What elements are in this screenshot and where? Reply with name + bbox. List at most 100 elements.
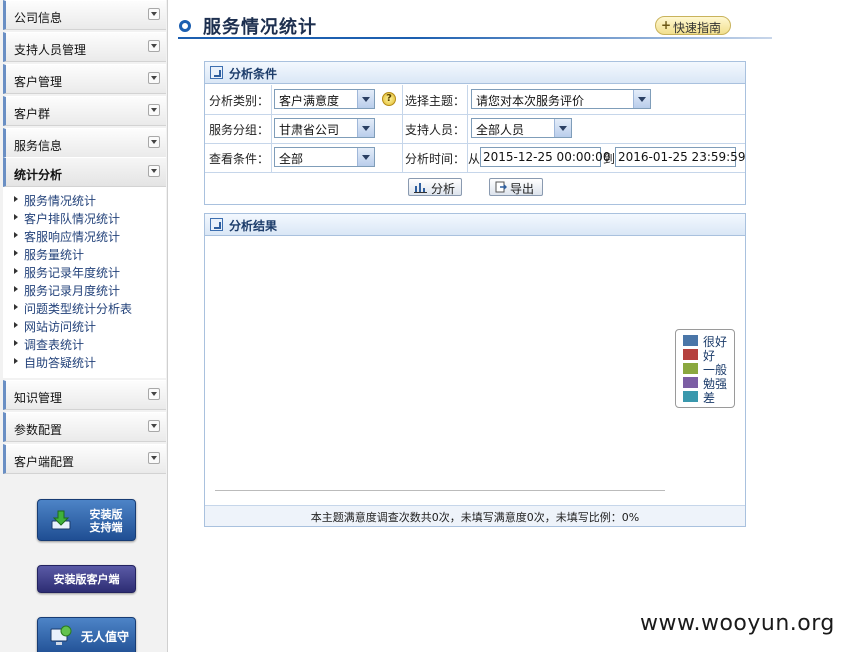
chevron-down-icon[interactable] — [357, 148, 374, 166]
menu-service-info[interactable]: 服务信息 — [3, 128, 166, 158]
triangle-right-icon — [14, 340, 18, 346]
menu-knowledge[interactable]: 知识管理 — [3, 380, 166, 410]
analyze-button[interactable]: 分析 — [408, 178, 462, 196]
from-label: 从 — [468, 152, 481, 166]
button-label: 无人值守 — [80, 630, 129, 644]
submenu-label: 服务记录月度统计 — [24, 284, 121, 298]
chevron-down-icon[interactable] — [148, 388, 160, 400]
submenu-label: 问题类型统计分析表 — [24, 302, 133, 316]
group-value: 甘肃省公司 — [279, 123, 340, 137]
chevron-down-icon[interactable] — [148, 8, 160, 20]
button-label: 支持端 — [89, 521, 123, 534]
panel-title: 分析结果 — [229, 219, 278, 233]
triangle-right-icon — [14, 250, 18, 256]
chevron-down-icon[interactable] — [148, 452, 160, 464]
summary-bar: 本主题满意度调查次数共0次，未填写满意度0次，未填写比例：0% — [205, 505, 745, 526]
help-icon[interactable]: ? — [382, 92, 396, 106]
install-client-button[interactable]: 安装版客户端 — [37, 565, 136, 593]
panel-title: 分析条件 — [229, 67, 278, 81]
group-select[interactable]: 甘肃省公司 — [274, 118, 375, 138]
panel-header[interactable]: 分析条件 — [205, 62, 745, 84]
filter-select[interactable]: 全部 — [274, 147, 375, 167]
grid-divider — [205, 172, 745, 173]
download-icon — [51, 510, 71, 530]
triangle-right-icon — [14, 268, 18, 274]
summary-text: 本主题满意度调查次数共0次，未填写满意度0次，未填写比例：0% — [310, 511, 640, 524]
topic-label: 选择主题： — [405, 94, 466, 108]
chevron-down-icon[interactable] — [148, 420, 160, 432]
menu-client-config[interactable]: 客户端配置 — [3, 444, 166, 474]
group-label: 服务分组： — [209, 123, 270, 137]
category-value: 客户满意度 — [279, 94, 340, 108]
topic-value: 请您对本次服务评价 — [476, 94, 585, 108]
page-root: 公司信息 支持人员管理 客户管理 客户群 服务信息 统计分析 服务情况统计 客户… — [0, 0, 846, 652]
end-time-input[interactable]: 2016-01-25 23:59:59 — [615, 147, 745, 167]
chevron-down-icon[interactable] — [148, 136, 160, 148]
chevron-down-icon[interactable] — [148, 104, 160, 116]
grid-divider — [205, 114, 745, 115]
menu-label: 参数配置 — [14, 423, 63, 437]
start-time-input[interactable]: 2015-12-25 00:00:00 — [480, 147, 610, 167]
menu-label: 服务信息 — [14, 139, 63, 153]
menu-label: 客户管理 — [14, 75, 63, 89]
menu-label: 客户群 — [14, 107, 51, 121]
legend-label: 差 — [703, 391, 716, 405]
analyze-label: 分析 — [431, 182, 456, 196]
bar-chart-icon — [414, 183, 427, 193]
to-label: 到 — [603, 152, 616, 166]
menu-parameters[interactable]: 参数配置 — [3, 412, 166, 442]
chevron-down-icon[interactable] — [357, 119, 374, 137]
chevron-down-icon[interactable] — [633, 90, 650, 108]
category-label: 分析类别： — [209, 94, 270, 108]
menu-support-staff[interactable]: 支持人员管理 — [3, 32, 166, 62]
submenu-label: 客服响应情况统计 — [24, 230, 121, 244]
menu-label: 统计分析 — [14, 168, 63, 182]
menu-company-info[interactable]: 公司信息 — [3, 0, 166, 30]
menu-label: 支持人员管理 — [14, 43, 87, 57]
collapse-arrow-icon[interactable] — [210, 66, 223, 79]
export-button[interactable]: 导出 — [489, 178, 543, 196]
chevron-down-icon[interactable] — [148, 40, 160, 52]
filter-value: 全部 — [279, 152, 304, 166]
title-bullet-icon — [179, 20, 191, 32]
staff-select[interactable]: 全部人员 — [471, 118, 572, 138]
chart-baseline — [215, 490, 665, 491]
chevron-down-icon[interactable] — [554, 119, 571, 137]
install-support-client-button[interactable]: 安装版 支持端 — [37, 499, 136, 541]
chevron-down-icon[interactable] — [148, 72, 160, 84]
legend-swatch — [683, 377, 698, 388]
statistics-submenu: 服务情况统计 客户排队情况统计 客服响应情况统计 服务量统计 服务记录年度统计 … — [3, 187, 166, 378]
analysis-result-panel: 分析结果 很好 好 一般 勉强 差 本主题满意度调查次数共0次，未填写满意度0次… — [204, 213, 746, 527]
legend-swatch — [683, 349, 698, 360]
menu-customer-management[interactable]: 客户管理 — [3, 64, 166, 94]
button-label: 安装版客户端 — [53, 573, 120, 586]
quick-guide-button[interactable]: + 快速指南 — [655, 16, 731, 35]
export-label: 导出 — [510, 182, 535, 196]
submenu-label: 网站访问统计 — [24, 320, 97, 334]
triangle-right-icon — [14, 358, 18, 364]
legend-swatch — [683, 391, 698, 402]
grid-divider — [271, 85, 272, 172]
menu-statistics[interactable]: 统计分析 — [3, 157, 166, 187]
export-icon — [495, 181, 507, 193]
chevron-down-icon[interactable] — [148, 165, 160, 177]
menu-label: 客户端配置 — [14, 455, 75, 469]
chevron-down-icon[interactable] — [357, 90, 374, 108]
triangle-right-icon — [14, 304, 18, 310]
topic-select[interactable]: 请您对本次服务评价 — [471, 89, 651, 109]
triangle-right-icon — [14, 232, 18, 238]
end-time-value: 2016-01-25 23:59:59 — [618, 150, 746, 164]
submenu-label: 客户排队情况统计 — [24, 212, 121, 226]
triangle-right-icon — [14, 286, 18, 292]
panel-header[interactable]: 分析结果 — [205, 214, 745, 236]
triangle-right-icon — [14, 214, 18, 220]
title-underline — [178, 37, 772, 39]
menu-label: 知识管理 — [14, 391, 63, 405]
collapse-arrow-icon[interactable] — [210, 218, 223, 231]
watermark: www.wooyun.org — [640, 611, 835, 636]
button-label: 安装版 — [89, 508, 123, 521]
category-select[interactable]: 客户满意度 — [274, 89, 375, 109]
unattended-button[interactable]: 无人值守 — [37, 617, 136, 652]
menu-customer-group[interactable]: 客户群 — [3, 96, 166, 126]
filter-label: 查看条件： — [209, 152, 270, 166]
